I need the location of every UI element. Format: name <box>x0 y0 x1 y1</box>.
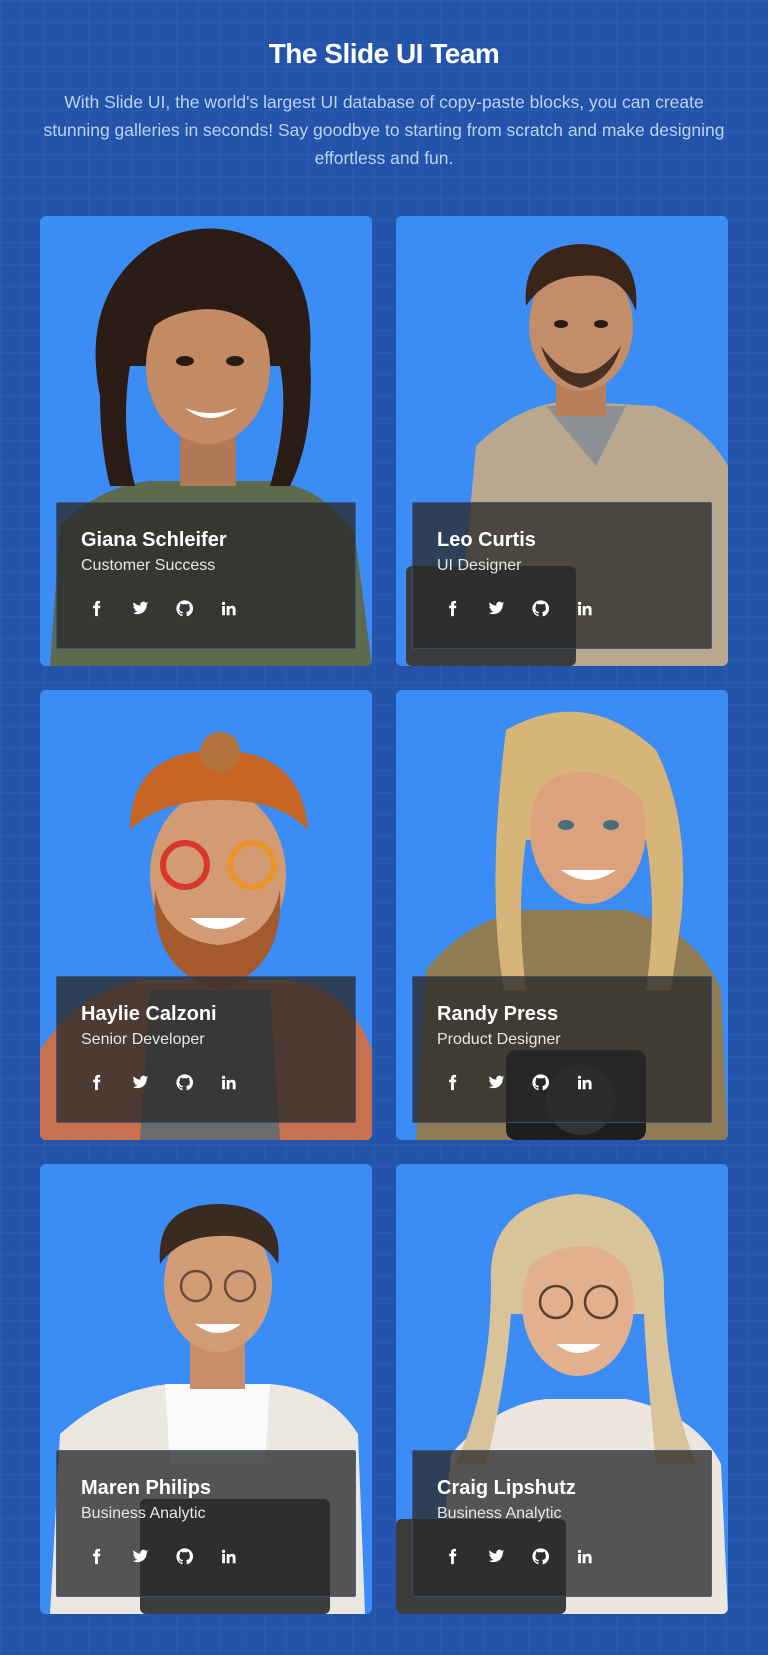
member-info-panel: Giana Schleifer Customer Success <box>56 502 356 649</box>
member-role: Customer Success <box>81 557 216 574</box>
twitter-icon[interactable] <box>130 1072 150 1092</box>
github-icon[interactable] <box>174 598 194 618</box>
facebook-icon[interactable] <box>442 1072 462 1092</box>
social-links <box>81 1546 331 1566</box>
linkedin-icon[interactable] <box>574 1546 594 1566</box>
linkedin-icon[interactable] <box>574 598 594 618</box>
team-card: Giana Schleifer Customer Success <box>40 216 372 666</box>
twitter-icon[interactable] <box>486 598 506 618</box>
member-info-panel: Randy Press Product Designer <box>412 976 712 1123</box>
facebook-icon[interactable] <box>86 1546 106 1566</box>
team-card: Leo Curtis UI Designer <box>396 216 728 666</box>
member-role: Product Designer <box>437 1031 561 1048</box>
page-header: The Slide UI Team With Slide UI, the wor… <box>0 38 768 172</box>
member-role: Business Analytic <box>437 1505 562 1522</box>
team-card: Randy Press Product Designer <box>396 690 728 1140</box>
twitter-icon[interactable] <box>130 598 150 618</box>
member-role: Senior Developer <box>81 1031 205 1048</box>
team-grid: Giana Schleifer Customer Success Leo Cur… <box>40 216 728 1614</box>
member-name: Craig Lipshutz <box>437 1477 576 1499</box>
linkedin-icon[interactable] <box>218 598 238 618</box>
twitter-icon[interactable] <box>486 1546 506 1566</box>
github-icon[interactable] <box>530 1546 550 1566</box>
social-links <box>437 1546 687 1566</box>
member-name: Haylie Calzoni <box>81 1003 217 1025</box>
member-name: Leo Curtis <box>437 529 536 551</box>
team-card: Craig Lipshutz Business Analytic <box>396 1164 728 1614</box>
facebook-icon[interactable] <box>442 1546 462 1566</box>
social-links <box>437 598 687 618</box>
facebook-icon[interactable] <box>86 598 106 618</box>
facebook-icon[interactable] <box>86 1072 106 1092</box>
member-name: Maren Philips <box>81 1477 212 1499</box>
team-card: Haylie Calzoni Senior Developer <box>40 690 372 1140</box>
team-card: Maren Philips Business Analytic <box>40 1164 372 1614</box>
social-links <box>437 1072 687 1092</box>
linkedin-icon[interactable] <box>218 1072 238 1092</box>
github-icon[interactable] <box>174 1072 194 1092</box>
linkedin-icon[interactable] <box>574 1072 594 1092</box>
github-icon[interactable] <box>174 1546 194 1566</box>
member-info-panel: Craig Lipshutz Business Analytic <box>412 1450 712 1597</box>
github-icon[interactable] <box>530 598 550 618</box>
linkedin-icon[interactable] <box>218 1546 238 1566</box>
member-role: Business Analytic <box>81 1505 206 1522</box>
member-info-panel: Maren Philips Business Analytic <box>56 1450 356 1597</box>
page-title: The Slide UI Team <box>268 38 500 69</box>
twitter-icon[interactable] <box>130 1546 150 1566</box>
member-name: Giana Schleifer <box>81 529 227 551</box>
social-links <box>81 598 331 618</box>
member-role: UI Designer <box>437 557 522 574</box>
member-name: Randy Press <box>437 1003 559 1025</box>
page-subtitle: With Slide UI, the world's largest UI da… <box>43 92 725 168</box>
member-info-panel: Haylie Calzoni Senior Developer <box>56 976 356 1123</box>
github-icon[interactable] <box>530 1072 550 1092</box>
facebook-icon[interactable] <box>442 598 462 618</box>
member-info-panel: Leo Curtis UI Designer <box>412 502 712 649</box>
social-links <box>81 1072 331 1092</box>
twitter-icon[interactable] <box>486 1072 506 1092</box>
